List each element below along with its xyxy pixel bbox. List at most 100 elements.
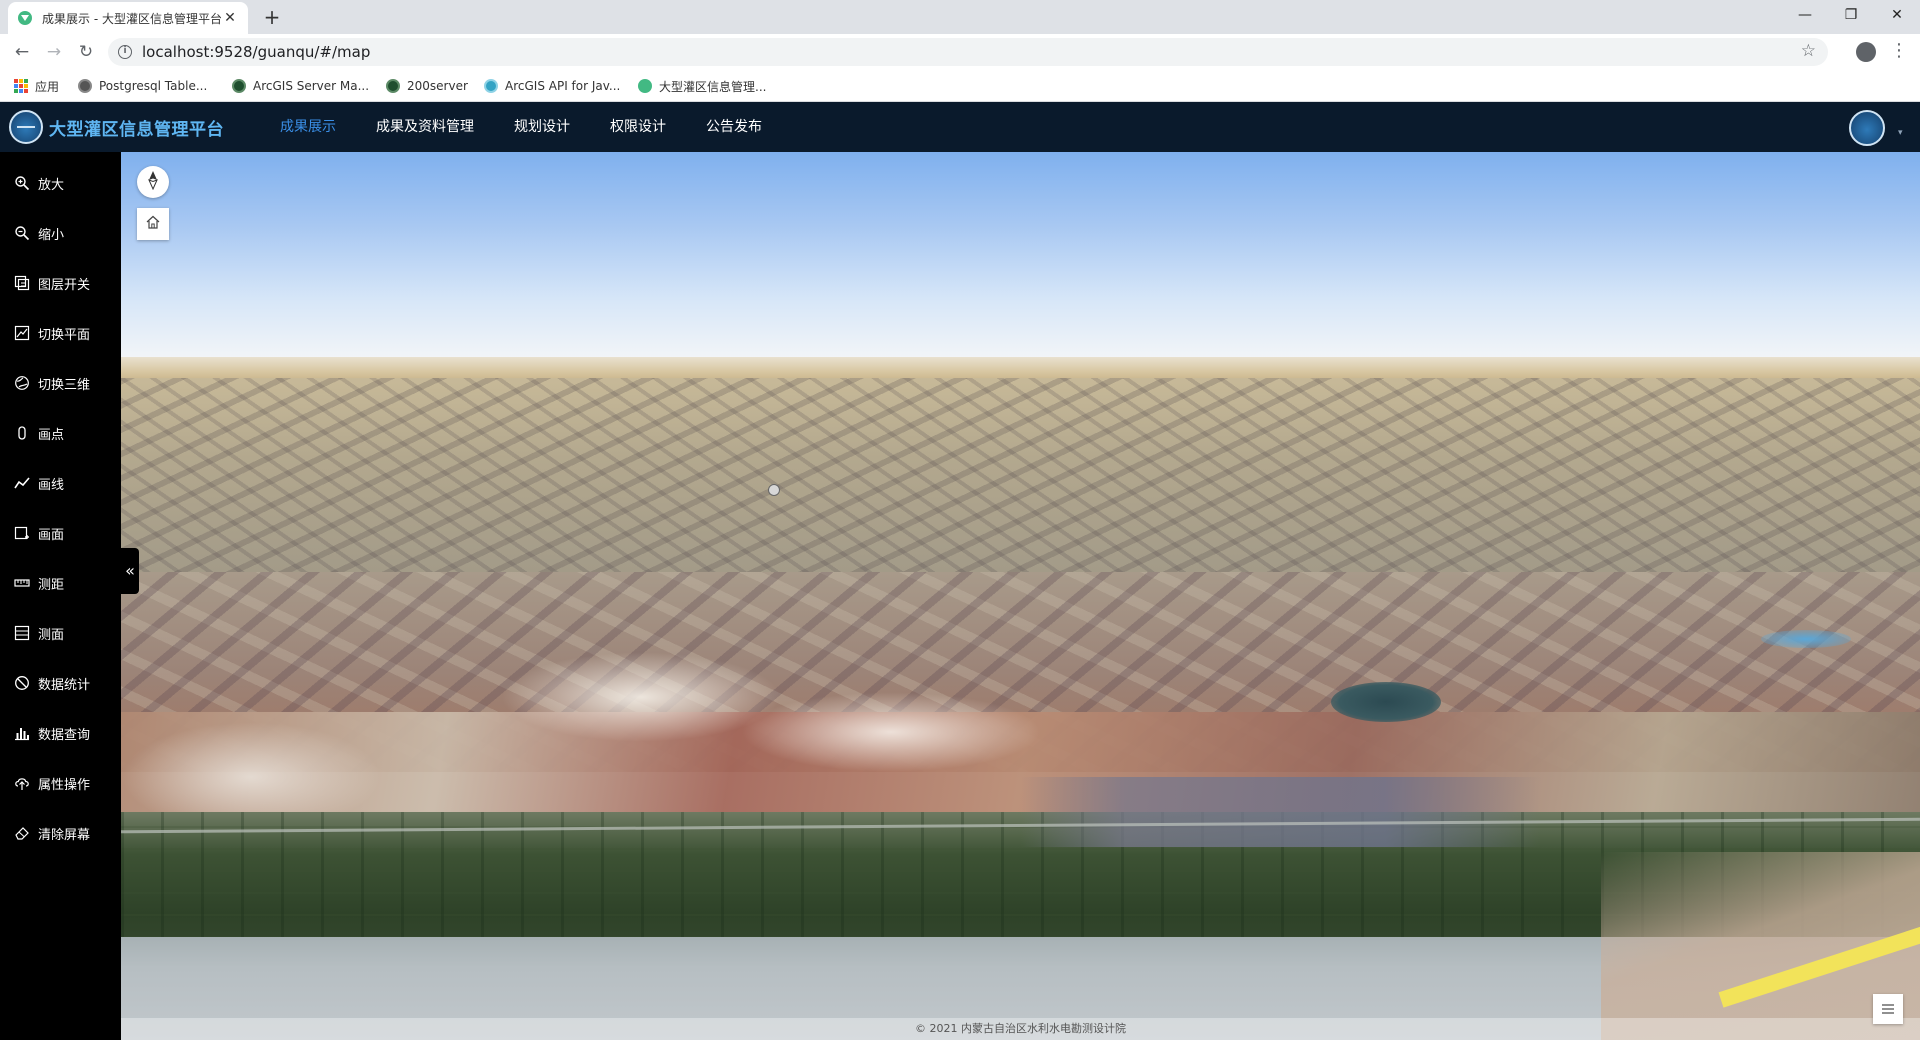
globe-3d-icon xyxy=(14,375,30,391)
home-button[interactable] xyxy=(137,208,169,240)
map-town xyxy=(1021,777,1541,847)
map-viewport[interactable]: « © 2021 内蒙古自治区水利水电勘测设计院 xyxy=(121,152,1920,1040)
bookmarks-bar: 应用 Postgresql Table... ArcGIS Server Ma.… xyxy=(0,70,1920,102)
list-icon xyxy=(1881,1000,1895,1019)
bookmark-label: 大型灌区信息管理... xyxy=(659,79,767,94)
tool-layer-toggle[interactable]: 图层开关 xyxy=(0,258,121,308)
compass-icon xyxy=(146,170,160,194)
ruler-icon xyxy=(14,575,30,591)
map-terrain-snow xyxy=(501,652,781,742)
upload-cloud-icon xyxy=(14,775,30,791)
menu-item-announcements[interactable]: 公告发布 xyxy=(686,102,782,152)
forward-arrow-icon[interactable]: → xyxy=(42,40,66,64)
tool-data-query[interactable]: 数据查询 xyxy=(0,708,121,758)
map-2d-icon xyxy=(14,325,30,341)
browser-tab[interactable]: 成果展示 - 大型灌区信息管理平台 ✕ xyxy=(8,2,248,34)
polygon-icon xyxy=(14,525,30,541)
tool-measure-distance[interactable]: 测距 xyxy=(0,558,121,608)
tab-title: 成果展示 - 大型灌区信息管理平台 xyxy=(42,11,222,26)
map-lake xyxy=(1331,682,1441,722)
browser-menu-icon[interactable]: ⋮ xyxy=(1890,40,1908,61)
tool-measure-area[interactable]: 测面 xyxy=(0,608,121,658)
close-window-button[interactable]: ✕ xyxy=(1874,0,1920,30)
menu-item-planning[interactable]: 规划设计 xyxy=(494,102,590,152)
bookmark-label: ArcGIS Server Ma... xyxy=(253,79,370,93)
url-text[interactable]: localhost:9528/guanqu/#/map xyxy=(142,43,370,61)
bookmark-item[interactable]: Postgresql Table... xyxy=(78,76,207,96)
map-tool-sidebar: 放大 缩小 图层开关 切换平面 切换三维 画点 画线 画面 测距 测面 数据统计 xyxy=(0,152,121,1040)
reload-icon[interactable]: ↻ xyxy=(74,40,98,64)
tool-draw-polygon[interactable]: 画面 xyxy=(0,508,121,558)
statistics-icon xyxy=(14,675,30,691)
bookmark-label: 应用 xyxy=(35,79,60,94)
menu-item-permissions[interactable]: 权限设计 xyxy=(590,102,686,152)
address-bar-row: ← → ↻ i localhost:9528/guanqu/#/map ☆ ⋮ xyxy=(0,34,1920,70)
tool-label: 放大 xyxy=(38,177,65,193)
collapse-sidebar-button[interactable]: « xyxy=(121,548,139,594)
tool-label: 切换三维 xyxy=(38,377,91,393)
tool-label: 属性操作 xyxy=(38,777,91,793)
tool-switch-2d[interactable]: 切换平面 xyxy=(0,308,121,358)
arcgis-icon xyxy=(484,79,498,93)
menu-item-results[interactable]: 成果展示 xyxy=(260,102,356,152)
bookmark-item[interactable]: 200server xyxy=(386,76,468,96)
app-header: 大型灌区信息管理平台 成果展示 成果及资料管理 规划设计 权限设计 公告发布 ▾ xyxy=(0,102,1920,152)
tool-label: 缩小 xyxy=(38,227,65,243)
restore-button[interactable]: ❐ xyxy=(1828,0,1874,30)
vue-favicon-icon xyxy=(18,11,32,25)
tool-switch-3d[interactable]: 切换三维 xyxy=(0,358,121,408)
bookmark-apps[interactable]: 应用 xyxy=(14,76,59,96)
site-info-icon[interactable]: i xyxy=(118,45,132,59)
globe-icon xyxy=(78,79,92,93)
tool-data-statistics[interactable]: 数据统计 xyxy=(0,658,121,708)
tool-label: 图层开关 xyxy=(38,277,91,293)
legend-toggle-button[interactable] xyxy=(1873,994,1903,1024)
tool-zoom-out[interactable]: 缩小 xyxy=(0,208,121,258)
tool-attribute-operation[interactable]: 属性操作 xyxy=(0,758,121,808)
tool-draw-point[interactable]: 画点 xyxy=(0,408,121,458)
browser-tab-bar: 成果展示 - 大型灌区信息管理平台 ✕ + — ❐ ✕ xyxy=(0,0,1920,34)
minimize-button[interactable]: — xyxy=(1782,0,1828,30)
map-lake xyxy=(1761,630,1851,648)
area-measure-icon xyxy=(14,625,30,641)
bookmark-label: Postgresql Table... xyxy=(99,79,208,93)
bookmark-item[interactable]: ArcGIS Server Ma... xyxy=(232,76,369,96)
new-tab-button[interactable]: + xyxy=(260,5,284,29)
user-avatar[interactable] xyxy=(1849,110,1885,146)
polyline-icon xyxy=(14,475,30,491)
layers-icon xyxy=(14,275,30,291)
globe-icon xyxy=(232,79,246,93)
tool-label: 切换平面 xyxy=(38,327,91,343)
map-terrain-snow xyxy=(741,692,1041,772)
bookmark-star-icon[interactable]: ☆ xyxy=(1801,41,1816,61)
top-menu: 成果展示 成果及资料管理 规划设计 权限设计 公告发布 xyxy=(260,102,782,152)
tool-label: 清除屏幕 xyxy=(38,827,91,843)
chevron-down-icon[interactable]: ▾ xyxy=(1898,128,1903,138)
logo-icon xyxy=(9,110,43,144)
tool-label: 数据统计 xyxy=(38,677,91,693)
app-title: 大型灌区信息管理平台 xyxy=(49,120,224,140)
back-arrow-icon[interactable]: ← xyxy=(10,40,34,64)
compass-button[interactable] xyxy=(137,166,169,198)
menu-item-data-management[interactable]: 成果及资料管理 xyxy=(356,102,494,152)
map-sky xyxy=(121,152,1920,362)
home-icon xyxy=(145,214,161,234)
vue-icon xyxy=(638,79,652,93)
map-point-marker[interactable] xyxy=(768,484,780,496)
omnibox[interactable]: i localhost:9528/guanqu/#/map ☆ xyxy=(108,38,1828,66)
zoom-in-icon xyxy=(14,175,30,191)
point-icon xyxy=(14,425,30,441)
bookmark-item[interactable]: ArcGIS API for Jav... xyxy=(484,76,620,96)
bookmark-label: 200server xyxy=(407,79,468,93)
profile-avatar-icon[interactable] xyxy=(1856,42,1876,62)
tool-clear-screen[interactable]: 清除屏幕 xyxy=(0,808,121,858)
bookmark-item[interactable]: 大型灌区信息管理... xyxy=(638,76,766,96)
tool-label: 测距 xyxy=(38,577,65,593)
tool-zoom-in[interactable]: 放大 xyxy=(0,158,121,208)
bookmark-label: ArcGIS API for Jav... xyxy=(505,79,621,93)
tab-close-icon[interactable]: ✕ xyxy=(222,10,238,26)
map-attribution: © 2021 内蒙古自治区水利水电勘测设计院 xyxy=(121,1018,1920,1040)
tool-draw-line[interactable]: 画线 xyxy=(0,458,121,508)
map-terrain-far xyxy=(121,378,1920,578)
eraser-icon xyxy=(14,825,30,841)
